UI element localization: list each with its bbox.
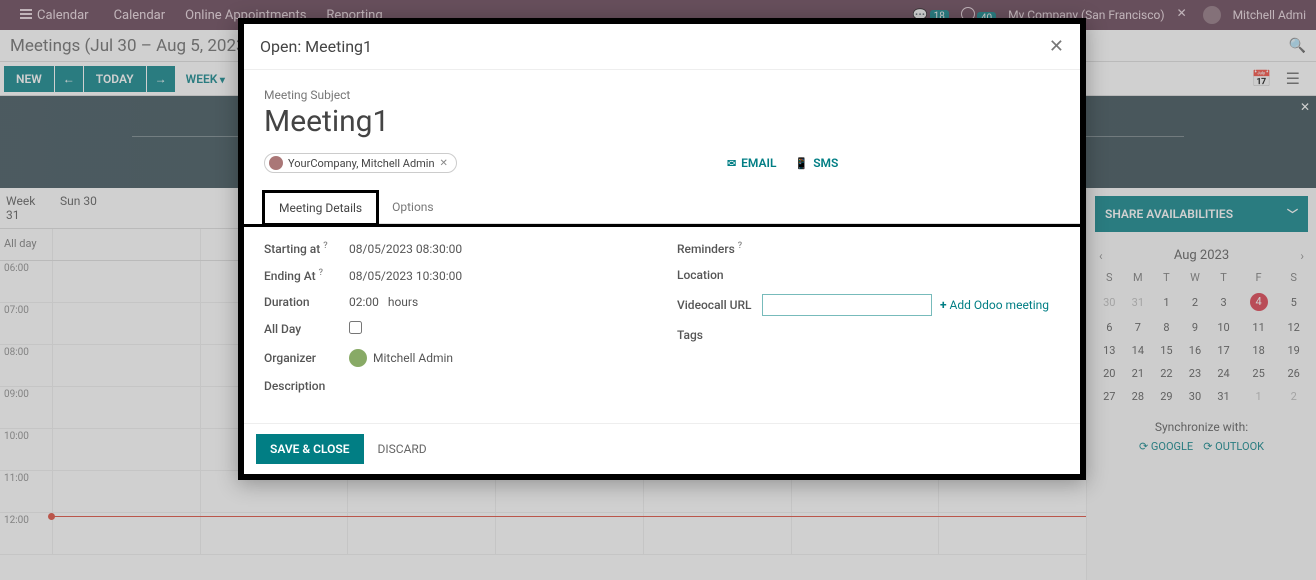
- sms-button[interactable]: 📱SMS: [794, 156, 838, 170]
- attendee-avatar: [269, 156, 283, 170]
- tags-label: Tags: [677, 328, 762, 342]
- allday-checkbox[interactable]: [349, 321, 362, 334]
- subject-label: Meeting Subject: [264, 88, 1060, 102]
- videocall-input[interactable]: [762, 294, 932, 316]
- add-odoo-meeting-button[interactable]: Add Odoo meeting: [940, 298, 1049, 312]
- starting-at-label: Starting at ?: [264, 241, 349, 256]
- attendee-chip[interactable]: YourCompany, Mitchell Admin ✕: [264, 153, 457, 173]
- email-icon: ✉: [727, 157, 736, 170]
- attendee-name: YourCompany, Mitchell Admin: [288, 157, 435, 170]
- description-label: Description: [264, 379, 349, 393]
- email-button[interactable]: ✉EMAIL: [727, 156, 777, 170]
- allday-label: All Day: [264, 322, 349, 336]
- close-icon[interactable]: ✕: [1049, 36, 1064, 57]
- tab-meeting-details[interactable]: Meeting Details: [264, 192, 377, 224]
- tab-options[interactable]: Options: [377, 191, 449, 223]
- modal-tabs: Meeting Details Options: [264, 191, 1080, 224]
- remove-attendee-icon[interactable]: ✕: [440, 158, 448, 169]
- ending-at-label: Ending At ?: [264, 268, 349, 283]
- subject-value[interactable]: Meeting1: [264, 104, 1060, 139]
- organizer-avatar: [349, 349, 367, 367]
- starting-at-value[interactable]: 08/05/2023 08:30:00: [349, 242, 462, 256]
- sms-icon: 📱: [794, 157, 808, 170]
- reminders-label: Reminders ?: [677, 241, 762, 256]
- organizer-label: Organizer: [264, 351, 349, 365]
- videocall-label: Videocall URL: [677, 298, 762, 312]
- event-modal: Open: Meeting1 ✕ Meeting Subject Meeting…: [238, 18, 1086, 480]
- save-close-button[interactable]: SAVE & CLOSE: [256, 434, 364, 464]
- duration-label: Duration: [264, 295, 349, 309]
- organizer-value[interactable]: Mitchell Admin: [349, 349, 453, 367]
- duration-value[interactable]: 02:00 hours: [349, 295, 418, 309]
- location-label: Location: [677, 268, 762, 282]
- discard-button[interactable]: DISCARD: [378, 442, 427, 456]
- modal-title: Open: Meeting1: [260, 37, 372, 56]
- ending-at-value[interactable]: 08/05/2023 10:30:00: [349, 269, 462, 283]
